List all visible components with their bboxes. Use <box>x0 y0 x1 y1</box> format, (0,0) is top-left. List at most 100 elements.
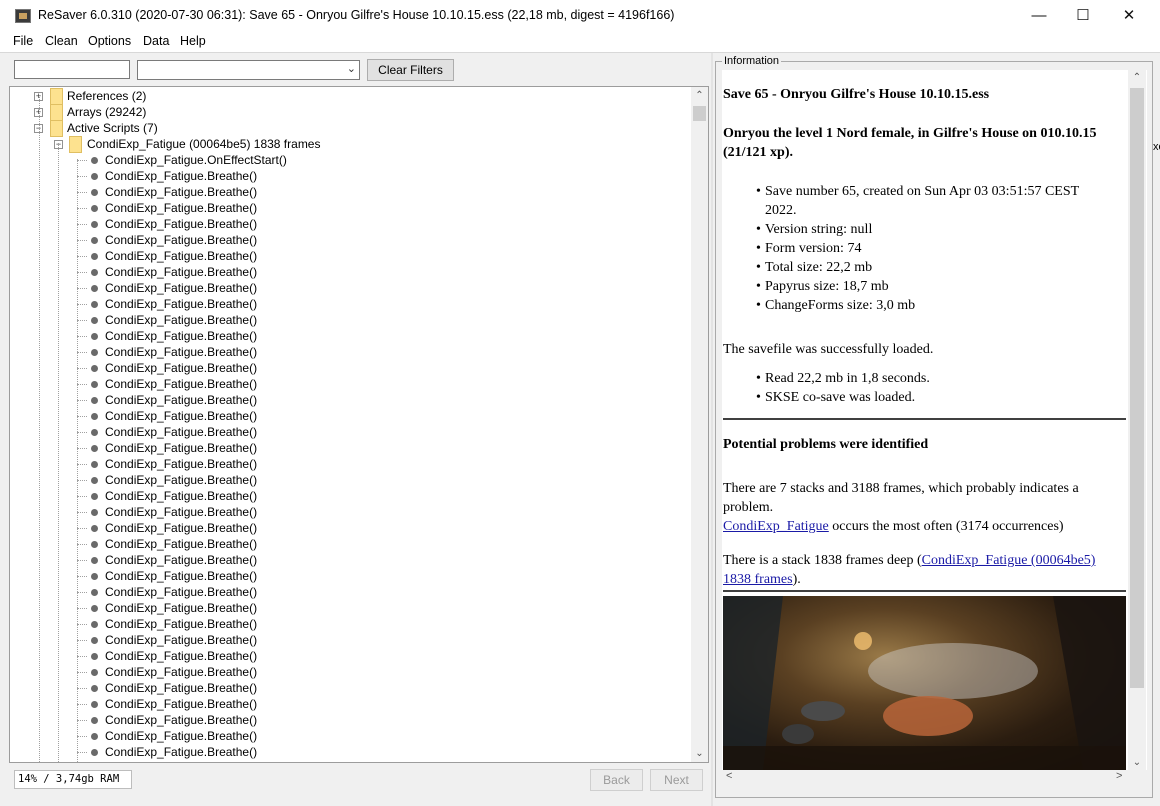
deep-suffix: ). <box>792 572 801 587</box>
tree-frame-node[interactable]: CondiExp_Fatigue.Breathe() <box>105 392 257 408</box>
tree-frame-node[interactable]: CondiExp_Fatigue.Breathe() <box>105 760 257 762</box>
tree-connector <box>77 576 87 577</box>
tree-folder-node[interactable]: References (2) <box>67 88 146 104</box>
often-script-link[interactable]: CondiExp_Fatigue <box>723 519 829 534</box>
scroll-left-icon[interactable]: < <box>726 770 732 782</box>
menu-help[interactable]: Help <box>180 34 206 48</box>
maximize-button[interactable]: ☐ <box>1060 0 1106 31</box>
tree-frame-node[interactable]: CondiExp_Fatigue.Breathe() <box>105 424 257 440</box>
information-legend: Information <box>722 55 782 67</box>
tree-folder-node[interactable]: Active Scripts (7) <box>67 120 158 136</box>
tree-scroll-thumb[interactable] <box>693 106 706 121</box>
edge-fragment: xe <box>1153 141 1160 153</box>
tree-frame-node[interactable]: CondiExp_Fatigue.Breathe() <box>105 584 257 600</box>
clear-filters-button[interactable]: Clear Filters <box>367 59 454 81</box>
tree-frame-node[interactable]: CondiExp_Fatigue.OnEffectStart() <box>105 152 287 168</box>
tree-connector <box>77 384 87 385</box>
menu-clean[interactable]: Clean <box>45 34 78 48</box>
tree-frame-node[interactable]: CondiExp_Fatigue.Breathe() <box>105 296 257 312</box>
tree-frame-node[interactable]: CondiExp_Fatigue.Breathe() <box>105 712 257 728</box>
deep-prefix: There is a stack 1838 frames deep ( <box>723 553 922 568</box>
tree-frame-node[interactable]: CondiExp_Fatigue.Breathe() <box>105 744 257 760</box>
tree-frame-node[interactable]: CondiExp_Fatigue.Breathe() <box>105 440 257 456</box>
tree-frame-node[interactable]: CondiExp_Fatigue.Breathe() <box>105 664 257 680</box>
info-horizontal-scrollbar[interactable]: < > <box>722 770 1128 786</box>
tree-frame-node[interactable]: CondiExp_Fatigue.Breathe() <box>105 248 257 264</box>
tree-frame-node[interactable]: CondiExp_Fatigue.Breathe() <box>105 504 257 520</box>
tree-frame-node[interactable]: CondiExp_Fatigue.Breathe() <box>105 328 257 344</box>
tree-frame-node[interactable]: CondiExp_Fatigue.Breathe() <box>105 312 257 328</box>
tree-vertical-scrollbar[interactable]: ⌃ ⌄ <box>691 87 708 762</box>
save-tree[interactable]: + References (2) + Arrays (29242) − Active Sc… <box>9 86 709 763</box>
script-frame-icon <box>91 173 98 180</box>
tree-frame-node[interactable]: CondiExp_Fatigue.Breathe() <box>105 520 257 536</box>
tree-frame-node[interactable]: CondiExp_Fatigue.Breathe() <box>105 616 257 632</box>
deep-stack-line: There is a stack 1838 frames deep (Condi… <box>723 551 1123 589</box>
tree-frame-node[interactable]: CondiExp_Fatigue.Breathe() <box>105 456 257 472</box>
folder-icon <box>69 136 82 153</box>
info-scroll-thumb[interactable] <box>1130 88 1144 688</box>
menu-file[interactable]: File <box>13 34 33 48</box>
tree-frame-node[interactable]: CondiExp_Fatigue.Breathe() <box>105 680 257 696</box>
tree-frame-node[interactable]: CondiExp_Fatigue.Breathe() <box>105 632 257 648</box>
tree-connector <box>77 512 87 513</box>
script-frame-icon <box>91 685 98 692</box>
tree-frame-node[interactable]: CondiExp_Fatigue.Breathe() <box>105 360 257 376</box>
script-frame-icon <box>91 333 98 340</box>
tree-frame-node[interactable]: CondiExp_Fatigue.Breathe() <box>105 472 257 488</box>
load-status-text: The savefile was successfully loaded. <box>723 342 934 357</box>
next-button[interactable]: Next <box>650 769 703 791</box>
script-frame-icon <box>91 445 98 452</box>
tree-frame-node[interactable]: CondiExp_Fatigue.Breathe() <box>105 488 257 504</box>
tree-frame-node[interactable]: CondiExp_Fatigue.Breathe() <box>105 232 257 248</box>
minimize-button[interactable]: — <box>1016 0 1062 31</box>
tree-frame-node[interactable]: CondiExp_Fatigue.Breathe() <box>105 280 257 296</box>
tree-frame-node[interactable]: CondiExp_Fatigue.Breathe() <box>105 200 257 216</box>
close-button[interactable]: ✕ <box>1106 0 1152 31</box>
tree-connector <box>77 528 87 529</box>
scroll-right-icon[interactable]: > <box>1116 770 1122 782</box>
tree-frame-node[interactable]: CondiExp_Fatigue.Breathe() <box>105 696 257 712</box>
scroll-down-icon[interactable]: ⌄ <box>691 745 708 762</box>
back-button[interactable]: Back <box>590 769 643 791</box>
tree-connector <box>77 592 87 593</box>
chevron-down-icon[interactable]: ⌄ <box>347 62 356 75</box>
tree-folder-node[interactable]: CondiExp_Fatigue (00064be5) 1838 frames <box>87 136 320 152</box>
tree-frame-node[interactable]: CondiExp_Fatigue.Breathe() <box>105 536 257 552</box>
menu-data[interactable]: Data <box>143 34 169 48</box>
tree-frame-node[interactable]: CondiExp_Fatigue.Breathe() <box>105 552 257 568</box>
section-rule <box>723 418 1126 420</box>
split-divider[interactable] <box>711 53 713 806</box>
tree-connector <box>77 560 87 561</box>
title-bar: ReSaver 6.0.310 (2020-07-30 06:31): Save… <box>0 0 1160 31</box>
tree-frame-node[interactable]: CondiExp_Fatigue.Breathe() <box>105 184 257 200</box>
menu-separator <box>0 52 1160 53</box>
tree-frame-node[interactable]: CondiExp_Fatigue.Breathe() <box>105 568 257 584</box>
detail-item: Papyrus size: 18,7 mb <box>756 277 1105 296</box>
info-vertical-scrollbar[interactable]: ⌃ ⌄ <box>1128 70 1146 770</box>
scroll-down-icon[interactable]: ⌄ <box>1128 757 1146 768</box>
tree-connector <box>77 736 87 737</box>
tree-connector <box>39 95 40 762</box>
folder-icon <box>50 120 63 137</box>
tree-frame-node[interactable]: CondiExp_Fatigue.Breathe() <box>105 728 257 744</box>
menu-options[interactable]: Options <box>88 34 131 48</box>
scroll-up-icon[interactable]: ⌃ <box>1128 72 1146 83</box>
script-frame-icon <box>91 733 98 740</box>
tree-frame-node[interactable]: CondiExp_Fatigue.Breathe() <box>105 648 257 664</box>
scroll-up-icon[interactable]: ⌃ <box>691 87 708 104</box>
tree-connector <box>77 320 87 321</box>
tree-frame-node[interactable]: CondiExp_Fatigue.Breathe() <box>105 408 257 424</box>
filter-text-input[interactable] <box>14 60 130 79</box>
tree-frame-node[interactable]: CondiExp_Fatigue.Breathe() <box>105 216 257 232</box>
script-frame-icon <box>91 349 98 356</box>
script-frame-icon <box>91 413 98 420</box>
tree-connector <box>77 256 87 257</box>
filter-combo[interactable]: ⌄ <box>137 60 360 80</box>
tree-folder-node[interactable]: Arrays (29242) <box>67 104 146 120</box>
tree-frame-node[interactable]: CondiExp_Fatigue.Breathe() <box>105 264 257 280</box>
tree-frame-node[interactable]: CondiExp_Fatigue.Breathe() <box>105 376 257 392</box>
tree-frame-node[interactable]: CondiExp_Fatigue.Breathe() <box>105 600 257 616</box>
tree-frame-node[interactable]: CondiExp_Fatigue.Breathe() <box>105 168 257 184</box>
tree-frame-node[interactable]: CondiExp_Fatigue.Breathe() <box>105 344 257 360</box>
